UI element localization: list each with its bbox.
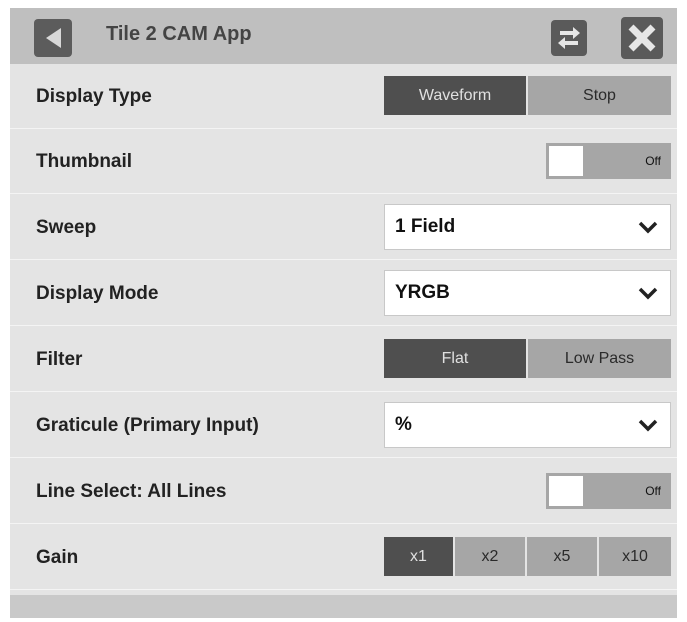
toggle-knob (549, 476, 583, 506)
filter-flat-button[interactable]: Flat (384, 339, 526, 378)
gain-x1-button[interactable]: x1 (384, 537, 453, 576)
chevron-down-icon (638, 419, 658, 432)
thumbnail-toggle[interactable]: Off (546, 143, 671, 179)
row-display-type: Display Type Waveform Stop (10, 64, 677, 129)
gain-x2-button[interactable]: x2 (455, 537, 525, 576)
row-display-mode: Display Mode YRGB (10, 261, 677, 326)
swap-button[interactable] (551, 20, 587, 56)
display-mode-value: YRGB (395, 282, 450, 303)
graticule-label: Graticule (Primary Input) (36, 415, 259, 436)
chevron-down-icon (638, 221, 658, 234)
row-filter: Filter Flat Low Pass (10, 327, 677, 392)
display-type-stop-button[interactable]: Stop (528, 76, 671, 115)
toggle-state: Off (645, 484, 661, 498)
display-mode-dropdown[interactable]: YRGB (384, 270, 671, 316)
display-mode-label: Display Mode (36, 283, 159, 304)
swap-arrows-icon (558, 27, 580, 49)
header-bar: Tile 2 CAM App (10, 8, 677, 64)
thumbnail-label: Thumbnail (36, 151, 133, 172)
line-select-label: Line Select: All Lines (36, 481, 227, 502)
sweep-value: 1 Field (395, 216, 456, 237)
close-button[interactable] (621, 17, 663, 59)
toggle-knob (549, 146, 583, 176)
row-line-select: Line Select: All Lines Off (10, 459, 677, 524)
gain-x5-button[interactable]: x5 (527, 537, 597, 576)
gain-x10-button[interactable]: x10 (599, 537, 671, 576)
filter-low-pass-button[interactable]: Low Pass (528, 339, 671, 378)
back-button[interactable] (34, 19, 72, 57)
row-thumbnail: Thumbnail Off (10, 129, 677, 194)
close-x-icon (628, 24, 656, 52)
graticule-dropdown[interactable]: % (384, 402, 671, 448)
display-type-waveform-button[interactable]: Waveform (384, 76, 526, 115)
row-gain: Gain x1 x2 x5 x10 (10, 525, 677, 590)
footer-bar (10, 595, 677, 618)
settings-panel: Tile 2 CAM App Display Type Waveform Sto… (10, 8, 677, 618)
gain-label: Gain (36, 547, 79, 568)
graticule-value: % (395, 414, 412, 435)
back-arrow-icon (46, 28, 61, 48)
sweep-label: Sweep (36, 217, 97, 238)
display-type-label: Display Type (36, 86, 152, 107)
chevron-down-icon (638, 287, 658, 300)
row-graticule: Graticule (Primary Input) % (10, 393, 677, 458)
toggle-state: Off (645, 154, 661, 168)
window-title: Tile 2 CAM App (106, 23, 252, 45)
line-select-toggle[interactable]: Off (546, 473, 671, 509)
filter-label: Filter (36, 349, 83, 370)
row-sweep: Sweep 1 Field (10, 195, 677, 260)
sweep-dropdown[interactable]: 1 Field (384, 204, 671, 250)
